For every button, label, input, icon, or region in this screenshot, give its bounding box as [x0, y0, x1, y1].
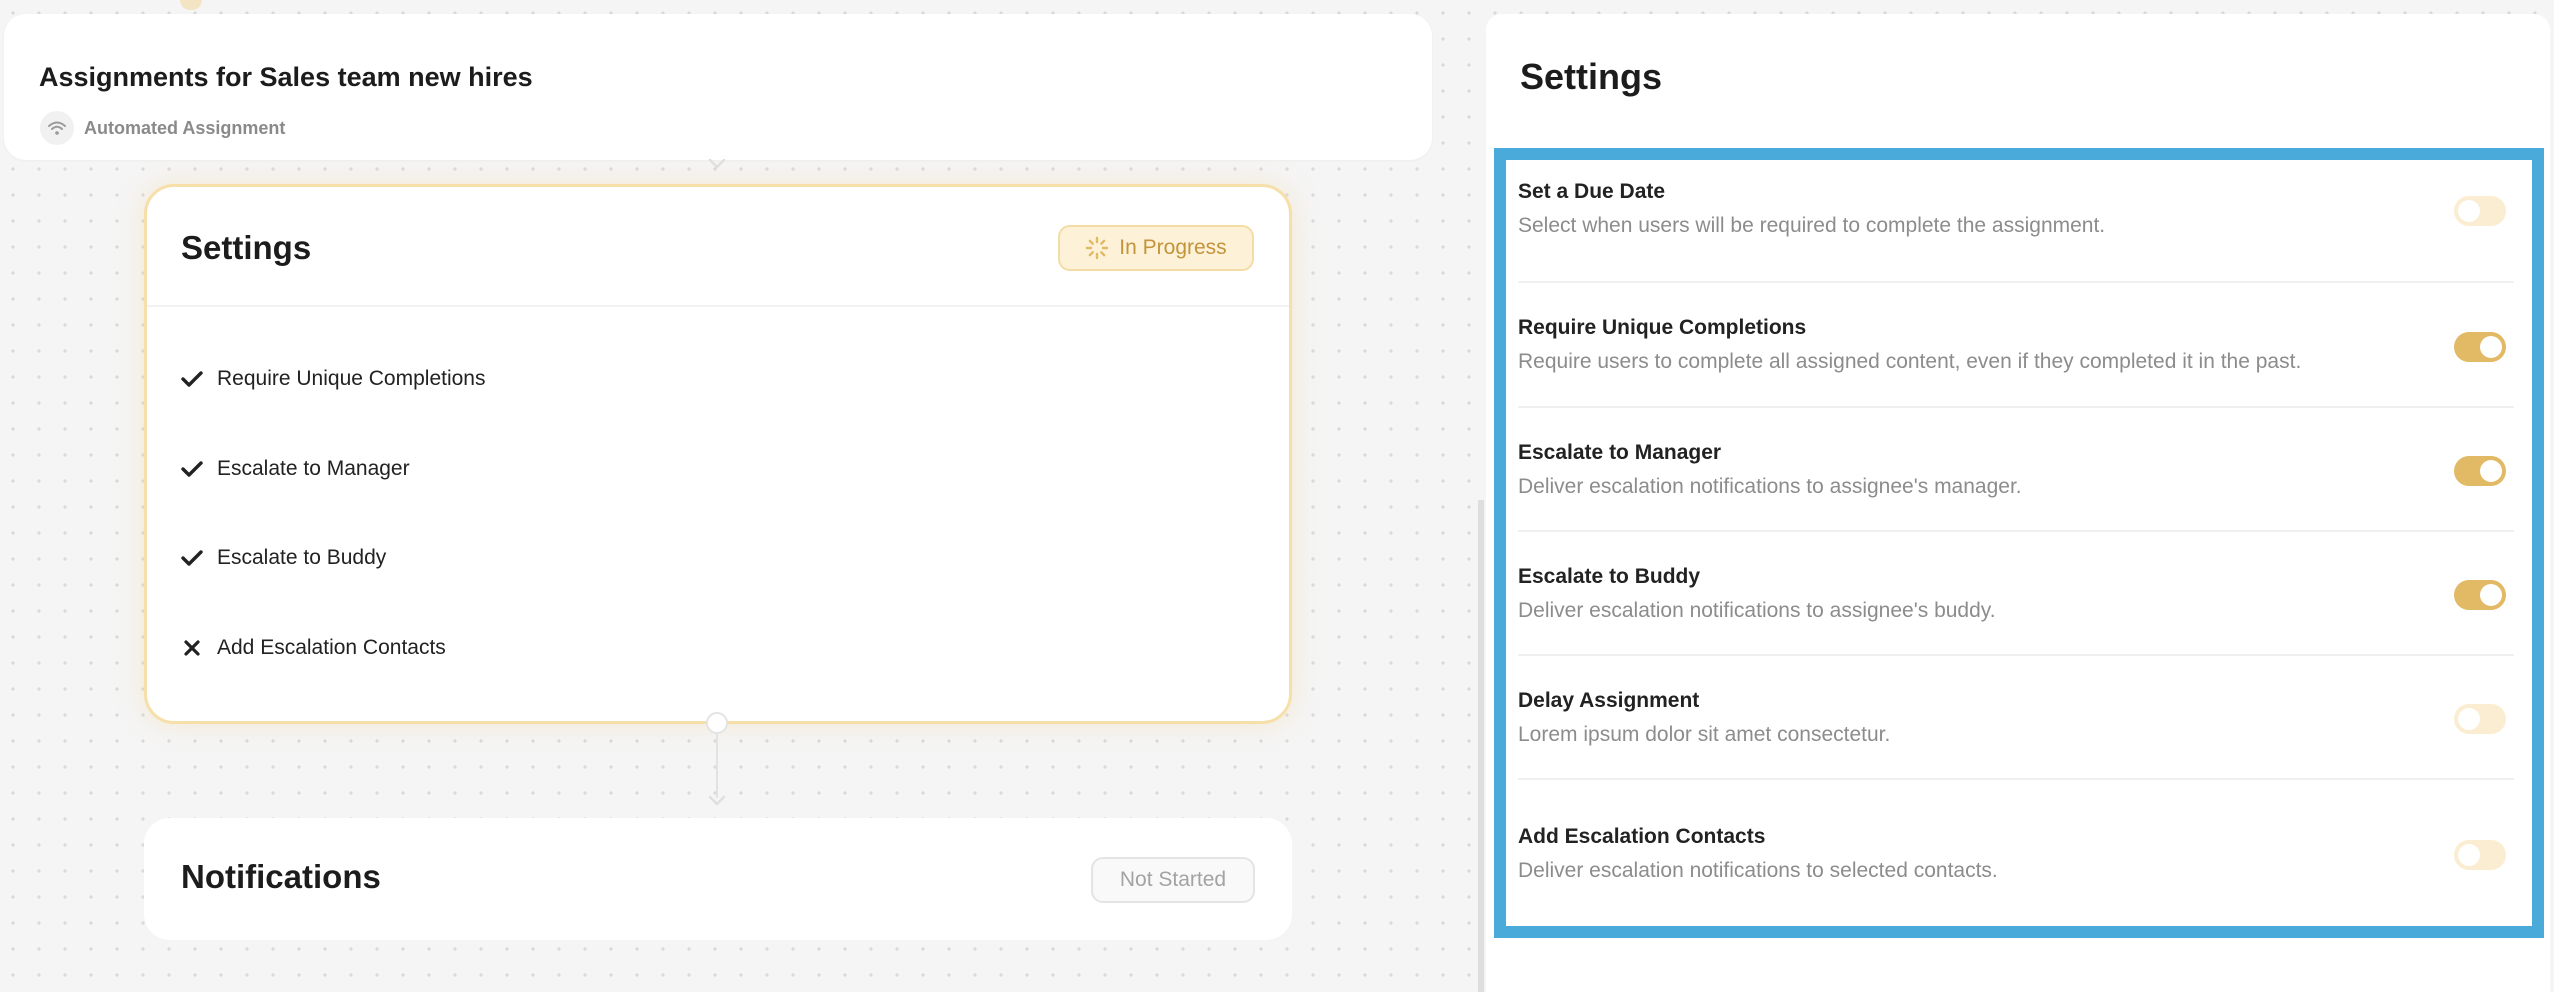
connector-handle[interactable]	[706, 712, 728, 734]
setting-row-delay-assignment: Delay Assignment Lorem ipsum dolor sit a…	[1518, 656, 2514, 780]
settings-node-title: Settings	[181, 229, 312, 266]
setting-description: Deliver escalation notifications to sele…	[1518, 859, 1998, 882]
close-icon	[181, 637, 203, 659]
panel-splitter[interactable]	[1478, 500, 1484, 992]
toggle-unique-completions[interactable]	[2454, 332, 2506, 362]
toggle-delay-assignment[interactable]	[2454, 704, 2506, 734]
setting-name: Delay Assignment	[1518, 689, 1700, 712]
setting-description: Lorem ipsum dolor sit amet consectetur.	[1518, 723, 1891, 746]
settings-list: Set a Due Date Select when users will be…	[1494, 148, 2544, 938]
toggle-escalate-buddy[interactable]	[2454, 580, 2506, 610]
list-item-label: Escalate to Manager	[217, 456, 410, 480]
setting-description: Deliver escalation notifications to assi…	[1518, 475, 2022, 498]
setting-row-escalate-buddy: Escalate to Buddy Deliver escalation not…	[1518, 532, 2514, 656]
setting-name: Set a Due Date	[1518, 180, 1666, 203]
notifications-node-card[interactable]: Notifications Not Started	[144, 818, 1292, 940]
status-label: In Progress	[1119, 236, 1227, 259]
wifi-icon	[40, 111, 74, 145]
setting-row-escalation-contacts: Add Escalation Contacts Deliver escalati…	[1518, 780, 2514, 926]
setting-name: Escalate to Manager	[1518, 441, 1722, 464]
assignment-type: Automated Assignment	[40, 111, 285, 145]
toggle-knob	[2458, 200, 2480, 222]
checkmark-icon	[181, 368, 203, 390]
checkmark-icon	[181, 458, 203, 480]
chevron-down-icon	[708, 158, 726, 169]
toggle-knob	[2480, 336, 2502, 358]
panel-title: Settings	[1520, 56, 1663, 97]
setting-description: Deliver escalation notifications to assi…	[1518, 599, 1996, 622]
setting-row-due-date: Set a Due Date Select when users will be…	[1518, 160, 2514, 283]
connector-line	[716, 732, 718, 798]
assignment-header-card: Assignments for Sales team new hires Aut…	[4, 14, 1432, 160]
chevron-down-icon	[708, 795, 726, 806]
list-item: Escalate to Buddy	[181, 543, 485, 573]
assignment-title: Assignments for Sales team new hires	[39, 62, 533, 92]
toggle-knob	[2458, 844, 2480, 866]
list-item: Add Escalation Contacts	[181, 633, 485, 663]
list-item-label: Add Escalation Contacts	[217, 635, 446, 659]
list-item-label: Escalate to Buddy	[217, 546, 387, 569]
checkmark-icon	[181, 547, 203, 569]
list-item: Require Unique Completions	[181, 364, 485, 394]
spinner-icon	[1086, 236, 1109, 260]
setting-row-unique-completions: Require Unique Completions Require users…	[1518, 283, 2514, 408]
assignment-type-label: Automated Assignment	[84, 117, 286, 138]
settings-node-card[interactable]: Settings In Progress Require Unique Comp…	[144, 184, 1292, 724]
setting-description: Select when users will be required to co…	[1518, 214, 2106, 237]
setting-row-escalate-manager: Escalate to Manager Deliver escalation n…	[1518, 408, 2514, 532]
status-badge-not-started: Not Started	[1091, 857, 1255, 903]
settings-side-panel: Settings Set a Due Date Select when user…	[1486, 14, 2550, 992]
status-badge-in-progress: In Progress	[1058, 225, 1254, 271]
faint-node-peek	[180, 0, 202, 10]
toggle-knob	[2480, 460, 2502, 482]
setting-name: Escalate to Buddy	[1518, 565, 1701, 588]
toggle-escalate-manager[interactable]	[2454, 456, 2506, 486]
setting-description: Require users to complete all assigned c…	[1518, 350, 2302, 373]
list-item-label: Require Unique Completions	[217, 367, 486, 390]
toggle-due-date[interactable]	[2454, 196, 2506, 226]
list-item: Escalate to Manager	[181, 454, 485, 484]
toggle-escalation-contacts[interactable]	[2454, 840, 2506, 870]
notifications-node-title: Notifications	[181, 858, 381, 895]
setting-name: Require Unique Completions	[1518, 316, 1807, 339]
toggle-knob	[2458, 708, 2480, 730]
toggle-knob	[2480, 584, 2502, 606]
setting-name: Add Escalation Contacts	[1518, 825, 1766, 848]
settings-summary-list: Require Unique Completions Escalate to M…	[181, 364, 485, 722]
divider	[147, 305, 1289, 307]
